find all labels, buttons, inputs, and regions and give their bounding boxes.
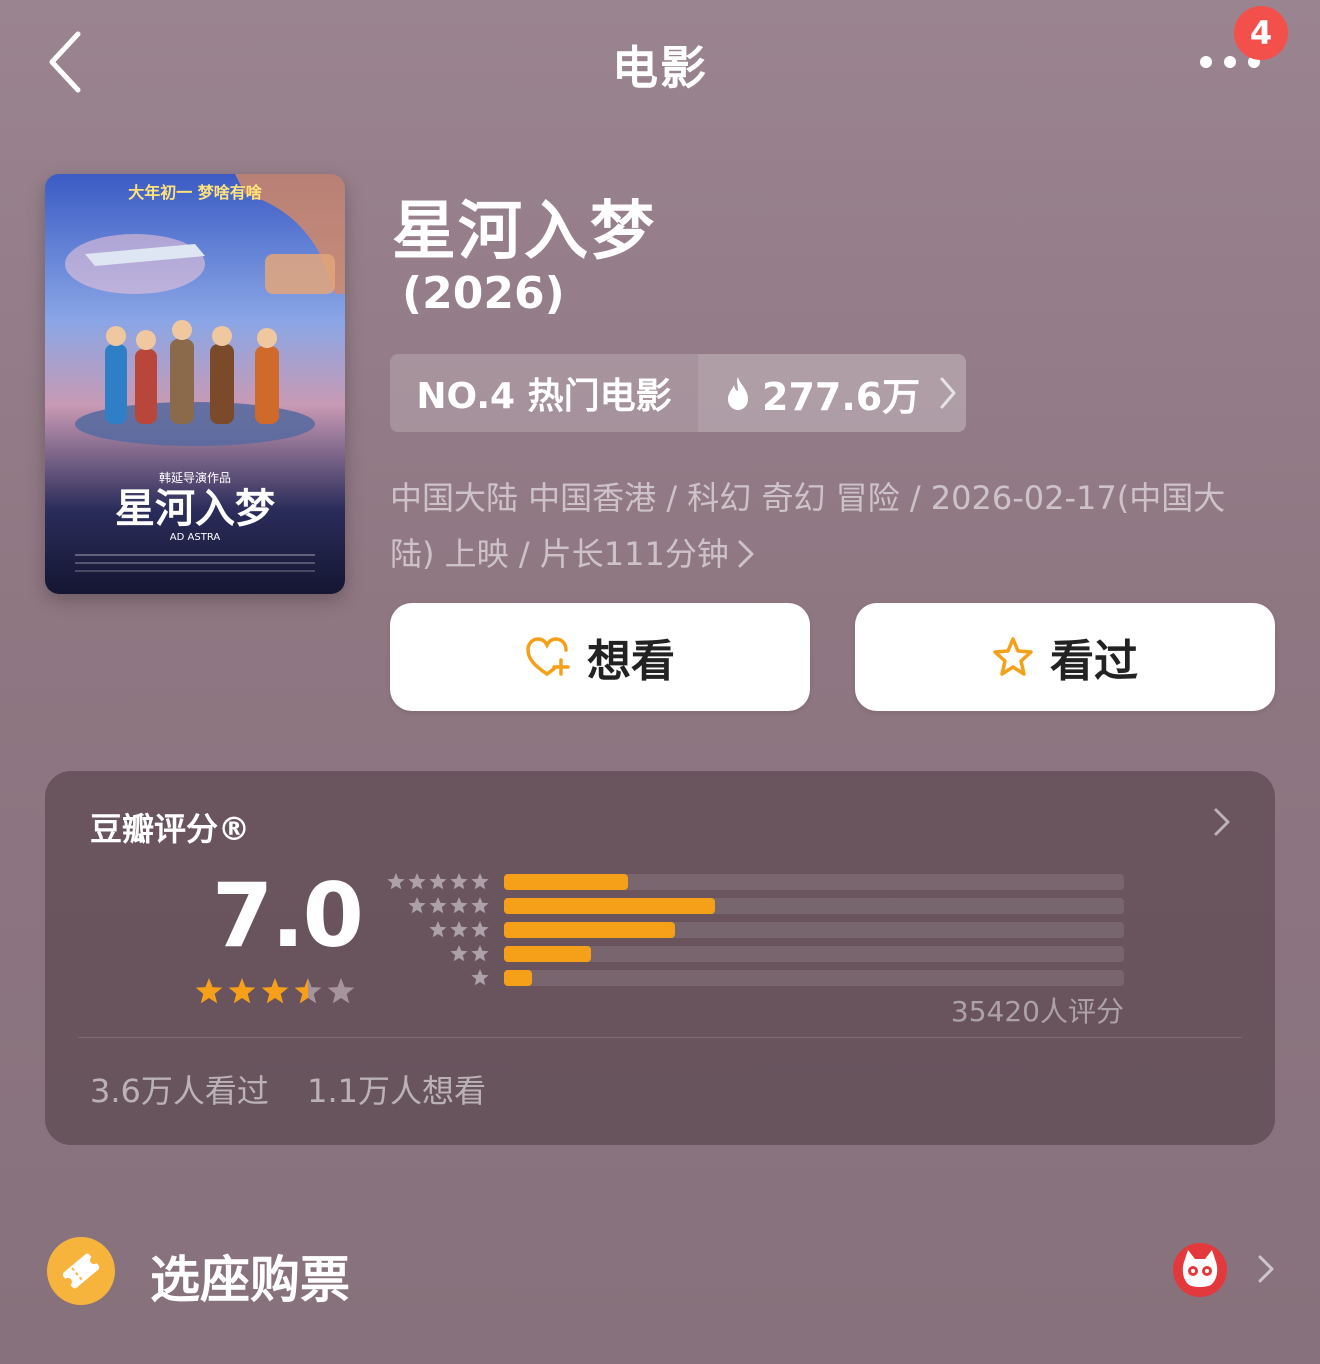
rating-bar-track: [504, 874, 1124, 890]
distribution-star: [450, 945, 468, 962]
distribution-star: [408, 897, 426, 914]
poster-tagline: 大年初一 梦啥有啥: [128, 183, 263, 202]
poster-title: 星河入梦: [115, 485, 275, 532]
movie-year: (2026): [402, 268, 565, 319]
distribution-star: [471, 921, 489, 938]
want-count: 1.1万人想看: [307, 1072, 486, 1110]
distribution-star-labels: [387, 873, 489, 986]
star-outline-icon: [993, 637, 1033, 676]
rating-bar-fill: [504, 898, 715, 914]
heat-indicator[interactable]: 277.6万: [698, 354, 966, 432]
score-star: [195, 978, 223, 1004]
fire-icon: [728, 377, 748, 410]
distribution-star: [408, 873, 426, 890]
meta-line-2: 陆) 上映 / 片长111分钟: [390, 535, 729, 573]
chevron-right-icon: [738, 540, 754, 568]
rating-stats: 3.6万人看过 1.1万人想看: [90, 1066, 514, 1112]
rating-bar-track: [504, 946, 1124, 962]
buy-ticket-label[interactable]: 选座购票: [150, 1240, 350, 1312]
watched-button[interactable]: 看过: [855, 603, 1275, 711]
rating-count: 35420人评分: [950, 995, 1124, 1028]
distribution-star: [471, 873, 489, 890]
rating-bar-fill: [504, 946, 591, 962]
score-star: [294, 978, 322, 1004]
rating-score: 7.0: [212, 864, 364, 967]
want-label: 想看: [587, 636, 675, 687]
poster-director-credit: 韩延导演作品: [159, 470, 231, 485]
distribution-star: [471, 897, 489, 914]
movie-title: 星河入梦: [392, 195, 656, 269]
notification-badge: 4: [1234, 6, 1288, 60]
movie-meta-info[interactable]: 中国大陆 中国香港 / 科幻 奇幻 冒险 / 2026-02-17(中国大 陆)…: [390, 470, 1270, 582]
seen-count: 3.6万人看过: [90, 1072, 269, 1110]
distribution-star: [471, 969, 489, 986]
rating-bar-track: [504, 898, 1124, 914]
chevron-right-icon[interactable]: [1256, 1253, 1276, 1285]
rating-bar-fill: [504, 970, 532, 986]
distribution-star: [429, 873, 447, 890]
heat-value: 277.6万: [762, 374, 921, 419]
maoyan-cat-icon: [1173, 1243, 1227, 1297]
meta-line-1: 中国大陆 中国香港 / 科幻 奇幻 冒险 / 2026-02-17(中国大: [390, 479, 1226, 517]
seen-label: 看过: [1050, 636, 1138, 687]
ranking-box[interactable]: NO.4 热门电影 277.6万: [390, 354, 966, 432]
distribution-star: [450, 921, 468, 938]
rank-label[interactable]: NO.4 热门电影: [390, 354, 698, 432]
rating-bar-track: [504, 922, 1124, 938]
distribution-star: [450, 873, 468, 890]
distribution-star: [471, 945, 489, 962]
ticket-icon[interactable]: [46, 1236, 116, 1306]
score-star: [228, 978, 256, 1004]
rating-bar-track: [504, 970, 1124, 986]
distribution-star: [387, 873, 405, 890]
distribution-star: [429, 897, 447, 914]
score-stars-icon: [195, 978, 355, 1004]
movie-poster[interactable]: 大年初一 梦啥有啥 韩延导演作品 星河入梦 AD ASTRA: [45, 174, 345, 594]
divider: [78, 1037, 1242, 1038]
chevron-right-icon: [940, 377, 956, 409]
score-star: [327, 978, 355, 1004]
rating-title: 豆瓣评分®: [90, 810, 251, 848]
distribution-star: [450, 897, 468, 914]
page-title: 电影: [612, 41, 708, 95]
rating-bar-fill: [504, 922, 675, 938]
poster-english-title: AD ASTRA: [170, 532, 221, 543]
chevron-right-icon[interactable]: [1212, 806, 1232, 838]
score-star: [261, 978, 289, 1004]
distribution-star: [429, 921, 447, 938]
rating-bar-fill: [504, 874, 628, 890]
want-to-watch-button[interactable]: 想看: [390, 603, 810, 711]
heart-plus-icon: [526, 637, 570, 676]
